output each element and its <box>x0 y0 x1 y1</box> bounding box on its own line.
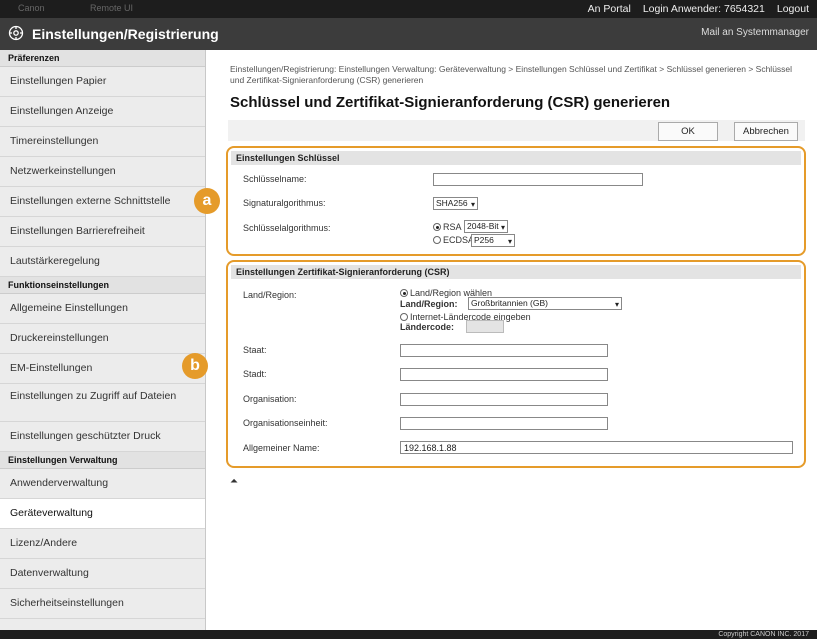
organization-unit-input[interactable] <box>400 417 608 430</box>
chevron-down-icon: ▾ <box>500 223 505 232</box>
country-label: Land/Region: <box>243 290 297 300</box>
ecdsa-curve-value: P256 <box>474 235 494 245</box>
ghost-product-text: Remote UI <box>90 3 134 13</box>
ghost-logo-text: Canon <box>18 3 45 13</box>
top-bar: Canon Remote UI An Portal Login Anwender… <box>0 0 817 18</box>
sidebar-item-security[interactable]: Sicherheitseinstellungen <box>0 589 205 619</box>
breadcrumb: Einstellungen/Registrierung: Einstellung… <box>230 64 793 85</box>
cancel-button[interactable]: Abbrechen <box>734 122 798 141</box>
top-links: An Portal Login Anwender: 7654321 Logout <box>588 3 809 15</box>
chevron-down-icon: ▾ <box>507 237 512 246</box>
sidebar-item-data-management[interactable]: Datenverwaltung <box>0 559 205 589</box>
common-name-input[interactable]: 192.168.1.88 <box>400 441 793 454</box>
logout-link[interactable]: Logout <box>777 3 809 15</box>
page-header: Einstellungen/Registrierung Mail an Syst… <box>0 18 817 50</box>
sidebar: Präferenzen Einstellungen Papier Einstel… <box>0 50 206 630</box>
country-code-label: Ländercode: <box>400 322 455 332</box>
state-input[interactable] <box>400 344 608 357</box>
country-code-input[interactable] <box>466 320 504 333</box>
sidebar-item-paper[interactable]: Einstellungen Papier <box>0 67 205 97</box>
chevron-down-icon: ▾ <box>470 200 475 209</box>
login-user-label: Login Anwender: 7654321 <box>643 3 765 15</box>
copyright-text: Copyright CANON INC. 2017 <box>718 631 809 638</box>
scroll-to-top-icon[interactable]: ⏶ <box>230 476 238 487</box>
chevron-down-icon: ▾ <box>614 300 619 309</box>
organization-input[interactable] <box>400 393 608 406</box>
mail-admin-link[interactable]: Mail an Systemmanager <box>701 27 809 38</box>
sidebar-item-display[interactable]: Einstellungen Anzeige <box>0 97 205 127</box>
common-name-label: Allgemeiner Name: <box>243 443 320 453</box>
sidebar-item-device-management[interactable]: Geräteverwaltung <box>0 499 205 529</box>
ecdsa-label: ECDSA <box>443 235 475 245</box>
organization-unit-label: Organisationseinheit: <box>243 418 328 428</box>
rsa-label: RSA <box>443 222 462 232</box>
rsa-bits-value: 2048-Bit <box>467 221 499 231</box>
marker-a: a <box>194 188 220 214</box>
internet-country-code-radio[interactable] <box>400 313 408 321</box>
csr-settings-section: Einstellungen Zertifikat-Signieranforder… <box>226 260 806 468</box>
footer: Copyright CANON INC. 2017 <box>0 630 817 639</box>
sidebar-item-printer[interactable]: Druckereinstellungen <box>0 324 205 354</box>
signature-algorithm-select[interactable]: SHA256 ▾ <box>433 197 478 210</box>
key-algorithm-label: Schlüsselalgorithmus: <box>243 223 331 233</box>
state-label: Staat: <box>243 345 267 355</box>
key-name-input[interactable] <box>433 173 643 186</box>
country-value: Großbritannien (GB) <box>471 298 548 308</box>
header-title: Einstellungen/Registrierung <box>32 26 219 42</box>
login-user-id: 7654321 <box>723 3 765 15</box>
sidebar-item-user-management[interactable]: Anwenderverwaltung <box>0 469 205 499</box>
key-name-label: Schlüsselname: <box>243 174 307 184</box>
country-field-label: Land/Region: <box>400 299 458 309</box>
sidebar-item-accessibility[interactable]: Einstellungen Barrierefreiheit <box>0 217 205 247</box>
sidebar-heading-preferences: Präferenzen <box>0 50 205 67</box>
sidebar-item-license[interactable]: Lizenz/Andere <box>0 529 205 559</box>
main-content: Einstellungen/Registrierung: Einstellung… <box>218 50 808 630</box>
rsa-bits-select[interactable]: 2048-Bit ▾ <box>464 220 508 233</box>
key-settings-section: Einstellungen Schlüssel Schlüsselname: S… <box>226 146 806 256</box>
sidebar-item-general[interactable]: Allgemeine Einstellungen <box>0 294 205 324</box>
country-select[interactable]: Großbritannien (GB) ▾ <box>468 297 622 310</box>
sidebar-item-volume[interactable]: Lautstärkeregelung <box>0 247 205 277</box>
marker-b: b <box>182 353 208 379</box>
action-bar: OK Abbrechen <box>228 120 805 141</box>
settings-gear-icon <box>8 25 24 41</box>
sidebar-item-external-interface[interactable]: Einstellungen externe Schnittstelle <box>0 187 205 217</box>
login-label: Login Anwender: <box>642 3 722 15</box>
sidebar-heading-function: Funktionseinstellungen <box>0 277 205 294</box>
portal-link[interactable]: An Portal <box>588 3 631 15</box>
ecdsa-curve-select[interactable]: P256 ▾ <box>471 234 515 247</box>
key-settings-heading: Einstellungen Schlüssel <box>231 151 801 165</box>
choose-country-radio[interactable] <box>400 289 408 297</box>
sidebar-item-file-access[interactable]: Einstellungen zu Zugriff auf Dateien <box>0 384 205 422</box>
sidebar-item-timer[interactable]: Timereinstellungen <box>0 127 205 157</box>
sidebar-item-network[interactable]: Netzwerkeinstellungen <box>0 157 205 187</box>
rsa-radio[interactable] <box>433 223 441 231</box>
signature-algorithm-label: Signaturalgorithmus: <box>243 198 326 208</box>
organization-label: Organisation: <box>243 394 297 404</box>
city-input[interactable] <box>400 368 608 381</box>
sidebar-item-em[interactable]: EM-Einstellungen <box>0 354 205 384</box>
ecdsa-radio[interactable] <box>433 236 441 244</box>
page-title: Schlüssel und Zertifikat-Signieranforder… <box>230 94 671 111</box>
csr-settings-heading: Einstellungen Zertifikat-Signieranforder… <box>231 265 801 279</box>
ok-button[interactable]: OK <box>658 122 718 141</box>
sidebar-item-secure-print[interactable]: Einstellungen geschützter Druck <box>0 422 205 452</box>
signature-algorithm-value: SHA256 <box>436 198 468 208</box>
city-label: Stadt: <box>243 369 267 379</box>
sidebar-heading-management: Einstellungen Verwaltung <box>0 452 205 469</box>
